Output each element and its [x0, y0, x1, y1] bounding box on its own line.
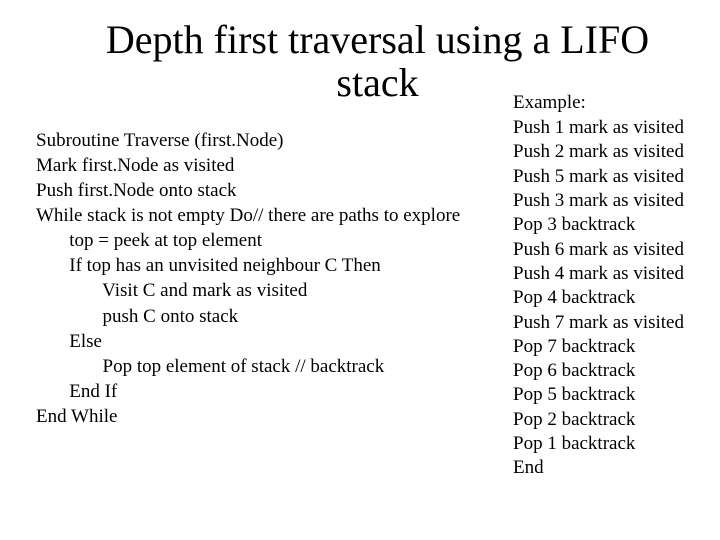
example-line: Push 3 mark as visited: [513, 189, 684, 213]
example-line: Push 2 mark as visited: [513, 140, 684, 164]
pseudocode-line: End If: [36, 379, 506, 404]
example-line: End: [513, 456, 684, 480]
example-line: Push 6 mark as visited: [513, 238, 684, 262]
example-line: Pop 3 backtrack: [513, 213, 684, 237]
example-line: Push 7 mark as visited: [513, 311, 684, 335]
example-line: Push 4 mark as visited: [513, 262, 684, 286]
pseudocode-line: Push first.Node onto stack: [36, 178, 506, 203]
example-line: Push 1 mark as visited: [513, 116, 684, 140]
pseudocode-line: Pop top element of stack // backtrack: [36, 354, 506, 379]
pseudocode-line: top = peek at top element: [36, 228, 506, 253]
example-line: Pop 2 backtrack: [513, 408, 684, 432]
pseudocode-line: While stack is not empty Do// there are …: [36, 203, 506, 228]
pseudocode-line: Subroutine Traverse (first.Node): [36, 128, 506, 153]
pseudocode-line: End While: [36, 404, 506, 429]
pseudocode-line: Visit C and mark as visited: [36, 278, 506, 303]
pseudocode-line: If top has an unvisited neighbour C Then: [36, 253, 506, 278]
pseudocode-line: push C onto stack: [36, 304, 506, 329]
example-line: Pop 6 backtrack: [513, 359, 684, 383]
example-block: Push 1 mark as visitedPush 2 mark as vis…: [513, 116, 684, 481]
example-line: Pop 7 backtrack: [513, 335, 684, 359]
pseudocode-line: Else: [36, 329, 506, 354]
slide-title: Depth first traversal using a LIFO stack: [55, 18, 700, 104]
example-line: Pop 4 backtrack: [513, 286, 684, 310]
example-line: Push 5 mark as visited: [513, 165, 684, 189]
slide: Depth first traversal using a LIFO stack…: [0, 0, 720, 540]
example-heading: Example:: [513, 92, 586, 114]
pseudocode-line: Mark first.Node as visited: [36, 153, 506, 178]
example-line: Pop 5 backtrack: [513, 383, 684, 407]
example-line: Pop 1 backtrack: [513, 432, 684, 456]
pseudocode-block: Subroutine Traverse (first.Node)Mark fir…: [36, 128, 506, 429]
